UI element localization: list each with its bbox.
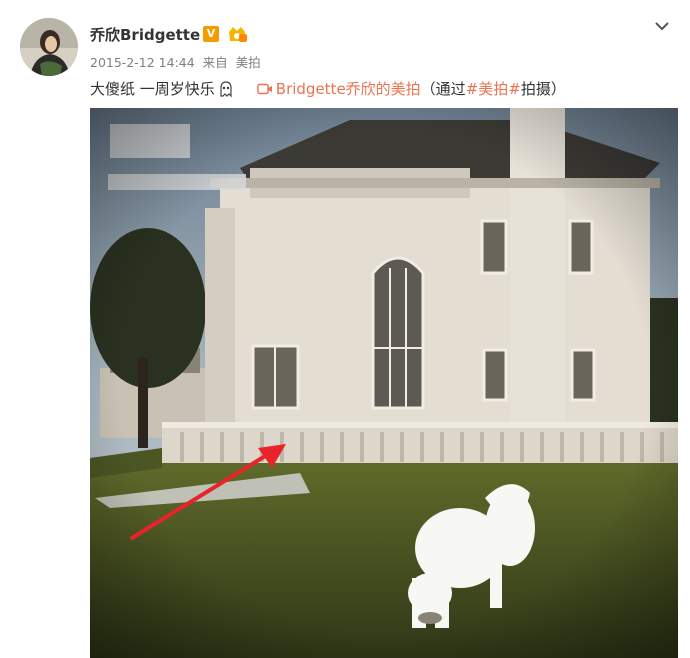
video-link[interactable]: Bridgette乔欣的美拍 xyxy=(276,78,421,99)
avatar[interactable] xyxy=(20,18,78,76)
ghost-emoji-icon xyxy=(220,80,232,97)
via-open: （通过 xyxy=(420,80,466,98)
post-text: 大傻纸 一周岁快乐 Bridgette乔欣的美拍 （通过 #美拍# 拍摄） xyxy=(90,78,566,99)
video-link-icon[interactable] xyxy=(257,83,273,95)
hashtag-link[interactable]: #美拍# xyxy=(466,78,521,99)
post-body: 大傻纸 一周岁快乐 xyxy=(90,80,215,98)
via-close: 拍摄） xyxy=(520,80,566,98)
post-photo[interactable] xyxy=(90,108,678,658)
post-meta: 2015-2-12 14:44 来自 美拍 xyxy=(90,52,265,71)
weibo-post: 乔欣Bridgette V 2015-2-12 14:44 来自 美拍 大傻纸 … xyxy=(0,0,690,658)
chevron-down-icon[interactable] xyxy=(654,18,670,34)
timestamp[interactable]: 2015-2-12 14:44 xyxy=(90,55,195,70)
source-app[interactable]: 美拍 xyxy=(236,55,261,70)
username[interactable]: 乔欣Bridgette xyxy=(90,24,200,45)
member-crown-icon[interactable] xyxy=(226,24,248,44)
verified-badge: V xyxy=(203,26,219,42)
source-prefix: 来自 xyxy=(202,55,228,70)
